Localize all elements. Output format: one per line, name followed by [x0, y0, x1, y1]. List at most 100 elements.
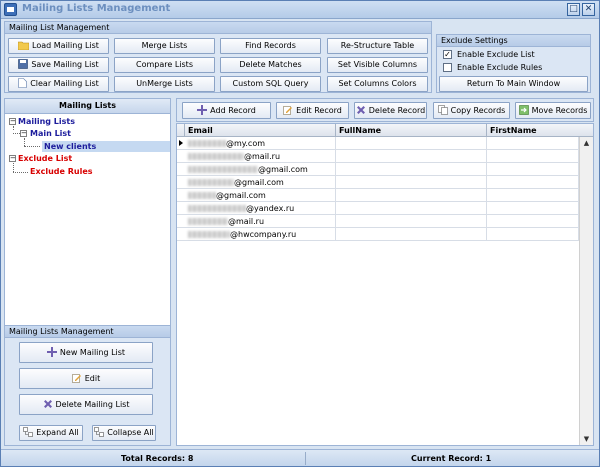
fullname-cell[interactable]: [336, 189, 487, 202]
restructure-table-button[interactable]: Re-Structure Table: [327, 38, 428, 54]
fullname-cell[interactable]: [336, 150, 487, 163]
checkbox-checked-icon[interactable]: ✓: [443, 50, 452, 59]
vertical-scrollbar[interactable]: ▲ ▼: [579, 137, 593, 445]
fullname-cell[interactable]: [336, 176, 487, 189]
button-label: Edit Record: [296, 106, 342, 115]
find-records-button[interactable]: Find Records: [220, 38, 321, 54]
title-bar: Mailing Lists Management □ ✕: [1, 1, 599, 19]
edit-mailing-list-button[interactable]: Edit: [19, 368, 153, 389]
close-button[interactable]: ✕: [582, 3, 595, 16]
unmerge-lists-button[interactable]: UnMerge Lists: [114, 76, 215, 92]
email-cell[interactable]: @mail.ru: [185, 150, 336, 163]
save-mailing-list-button[interactable]: Save Mailing List: [8, 57, 109, 73]
merge-lists-button[interactable]: Merge Lists: [114, 38, 215, 54]
email-cell[interactable]: @gmail.com: [185, 163, 336, 176]
fullname-cell[interactable]: [336, 228, 487, 241]
table-row[interactable]: @yandex.ru: [177, 202, 593, 215]
tree-item-mailing-lists[interactable]: Mailing Lists: [18, 116, 75, 127]
email-cell[interactable]: @gmail.com: [185, 189, 336, 202]
delete-record-button[interactable]: Delete Record: [354, 102, 427, 119]
fullname-cell[interactable]: [336, 215, 487, 228]
move-records-button[interactable]: Move Records: [515, 102, 591, 119]
tree-line: [13, 163, 14, 172]
custom-sql-query-button[interactable]: Custom SQL Query: [220, 76, 321, 92]
mailing-lists-management-panel: Mailing Lists Management New Mailing Lis…: [5, 325, 170, 445]
button-label: Re-Structure Table: [340, 41, 415, 50]
firstname-cell[interactable]: [487, 163, 579, 176]
enable-exclude-list-checkbox[interactable]: ✓ Enable Exclude List: [443, 49, 535, 60]
add-record-button[interactable]: Add Record: [182, 102, 271, 119]
firstname-cell[interactable]: [487, 189, 579, 202]
email-cell[interactable]: @my.com: [185, 137, 336, 150]
email-cell[interactable]: @mail.ru: [185, 215, 336, 228]
delete-matches-button[interactable]: Delete Matches: [220, 57, 321, 73]
button-label: Set Visible Columns: [337, 60, 418, 69]
collapse-icon[interactable]: −: [20, 130, 27, 137]
scroll-down-icon[interactable]: ▼: [580, 433, 593, 445]
scroll-up-icon[interactable]: ▲: [580, 137, 593, 149]
collapse-all-button[interactable]: Collapse All: [92, 425, 156, 441]
table-row[interactable]: @gmail.com: [177, 163, 593, 176]
collapse-icon[interactable]: −: [9, 155, 16, 162]
column-header-email[interactable]: Email: [185, 124, 336, 137]
firstname-cell[interactable]: [487, 150, 579, 163]
firstname-cell[interactable]: [487, 215, 579, 228]
fullname-cell[interactable]: [336, 163, 487, 176]
checkbox-unchecked-icon[interactable]: [443, 63, 452, 72]
return-to-main-window-button[interactable]: Return To Main Window: [439, 76, 588, 92]
button-label: Copy Records: [450, 106, 506, 115]
tree-item-exclude-rules[interactable]: Exclude Rules: [30, 166, 93, 177]
pane-title: Mailing Lists: [5, 99, 170, 114]
collapse-icon[interactable]: −: [9, 118, 16, 125]
tree-line: [13, 172, 28, 173]
table-row[interactable]: @mail.ru: [177, 215, 593, 228]
fullname-cell[interactable]: [336, 137, 487, 150]
firstname-cell[interactable]: [487, 137, 579, 150]
fullname-cell[interactable]: [336, 202, 487, 215]
load-mailing-list-button[interactable]: Load Mailing List: [8, 38, 109, 54]
firstname-cell[interactable]: [487, 228, 579, 241]
edit-icon: [71, 374, 81, 383]
button-label: Merge Lists: [141, 41, 188, 50]
table-row[interactable]: @gmail.com: [177, 176, 593, 189]
table-row[interactable]: @gmail.com: [177, 189, 593, 202]
tree-line: [13, 133, 20, 134]
firstname-cell[interactable]: [487, 176, 579, 189]
edit-record-button[interactable]: Edit Record: [276, 102, 349, 119]
table-row[interactable]: @my.com: [177, 137, 593, 150]
panel-header: Mailing Lists Management: [5, 326, 170, 338]
firstname-cell[interactable]: [487, 202, 579, 215]
group-header: Exclude Settings: [437, 35, 590, 47]
expand-all-button[interactable]: Expand All: [19, 425, 83, 441]
grid-header: Email FullName FirstName: [177, 124, 593, 137]
tree-item-new-clients[interactable]: New clients: [42, 141, 170, 152]
column-header-firstname[interactable]: FirstName: [487, 124, 579, 137]
button-label: Set Columns Colors: [338, 79, 417, 88]
button-label: Return To Main Window: [466, 79, 561, 88]
delete-mailing-list-button[interactable]: Delete Mailing List: [19, 394, 153, 415]
button-label: Save Mailing List: [31, 60, 99, 69]
set-columns-colors-button[interactable]: Set Columns Colors: [327, 76, 428, 92]
button-label: Clear Mailing List: [30, 79, 99, 88]
status-divider: [305, 452, 306, 465]
table-row[interactable]: @mail.ru: [177, 150, 593, 163]
tree-item-main-list[interactable]: Main List: [30, 128, 71, 139]
email-cell[interactable]: @gmail.com: [185, 176, 336, 189]
compare-lists-button[interactable]: Compare Lists: [114, 57, 215, 73]
copy-records-button[interactable]: Copy Records: [433, 102, 510, 119]
set-visible-columns-button[interactable]: Set Visible Columns: [327, 57, 428, 73]
button-label: Find Records: [245, 41, 296, 50]
email-cell[interactable]: @yandex.ru: [185, 202, 336, 215]
column-header-fullname[interactable]: FullName: [336, 124, 487, 137]
new-mailing-list-button[interactable]: New Mailing List: [19, 342, 153, 363]
enable-exclude-rules-checkbox[interactable]: Enable Exclude Rules: [443, 62, 542, 73]
exclude-settings-group: Exclude Settings ✓ Enable Exclude List E…: [436, 34, 591, 93]
plus-icon: [46, 347, 57, 357]
table-row[interactable]: @hwcompany.ru: [177, 228, 593, 241]
button-label: Collapse All: [107, 428, 154, 437]
email-cell[interactable]: @hwcompany.ru: [185, 228, 336, 241]
maximize-button[interactable]: □: [567, 3, 580, 16]
tree-item-exclude-list[interactable]: Exclude List: [18, 153, 72, 164]
records-grid[interactable]: Email FullName FirstName @my.com @mail.r…: [176, 123, 594, 446]
clear-mailing-list-button[interactable]: Clear Mailing List: [8, 76, 109, 92]
